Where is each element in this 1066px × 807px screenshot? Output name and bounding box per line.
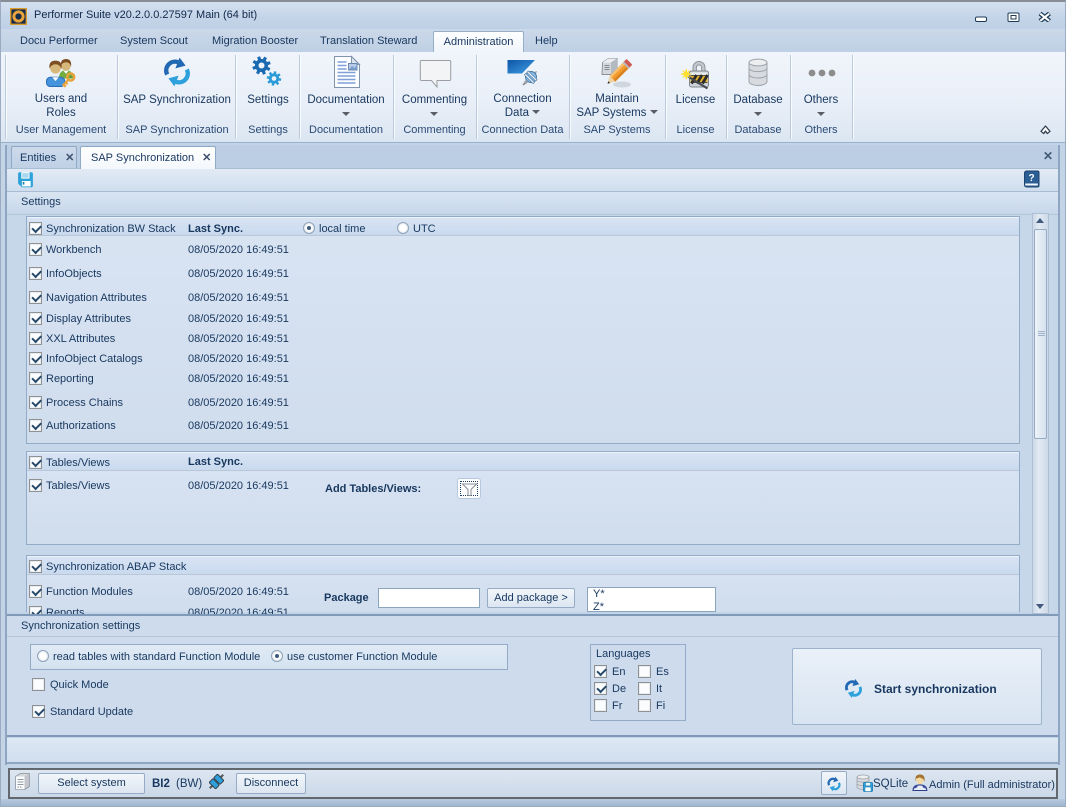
- svg-text:?: ?: [1028, 173, 1034, 184]
